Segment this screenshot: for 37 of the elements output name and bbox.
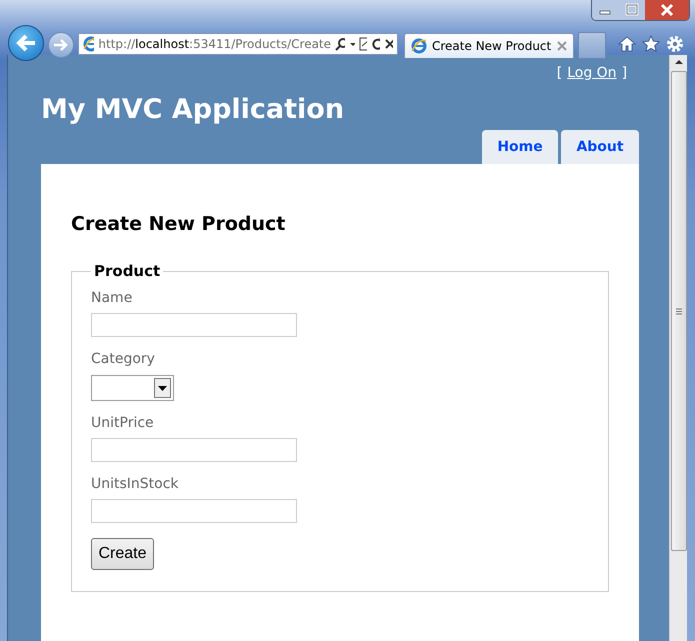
minimize-icon[interactable] <box>592 0 619 20</box>
dropdown[interactable] <box>91 375 174 401</box>
url-text: http://localhost:53411/Products/Create <box>98 36 332 50</box>
field-label: UnitPrice <box>91 415 155 433</box>
close-icon[interactable] <box>384 36 393 50</box>
star-icon[interactable] <box>642 34 660 52</box>
create-button[interactable]: Create <box>91 538 154 570</box>
arrow-right-icon <box>53 38 69 52</box>
refresh-icon[interactable] <box>371 36 380 50</box>
scroll-thumb[interactable] <box>670 71 687 551</box>
home-icon[interactable] <box>618 34 636 52</box>
scrollbar[interactable] <box>669 55 687 641</box>
menu-tab[interactable]: Home <box>482 130 558 164</box>
browser-logo-icon <box>411 38 427 54</box>
forward-button[interactable] <box>48 32 74 58</box>
log-on-link[interactable]: Log On <box>567 65 617 83</box>
site-title: My MVC Application <box>41 93 346 127</box>
arrow-left-icon <box>15 32 37 52</box>
grip-icon <box>676 308 682 314</box>
menu-tab[interactable]: About <box>561 130 640 164</box>
bracket-text: [ <box>556 65 562 83</box>
group-legend: Product <box>91 262 164 280</box>
text-field[interactable] <box>91 313 297 337</box>
address-bar[interactable]: http://localhost:53411/Products/Create <box>78 32 398 54</box>
search-icon[interactable] <box>335 36 345 50</box>
bracket-text: ] <box>622 65 628 83</box>
browser-logo-icon <box>83 36 94 52</box>
field-label: Name <box>91 290 134 308</box>
back-button[interactable] <box>8 24 44 60</box>
field-label: UnitsInStock <box>91 476 180 494</box>
maximize-icon[interactable] <box>619 0 645 20</box>
text-field[interactable] <box>91 438 297 462</box>
text-field[interactable] <box>91 499 297 523</box>
settings-icon[interactable] <box>666 34 684 52</box>
browser-tab[interactable]: Create New Product <box>404 32 574 58</box>
page-heading: Create New Product <box>71 212 286 236</box>
field-label: Category <box>91 351 156 369</box>
